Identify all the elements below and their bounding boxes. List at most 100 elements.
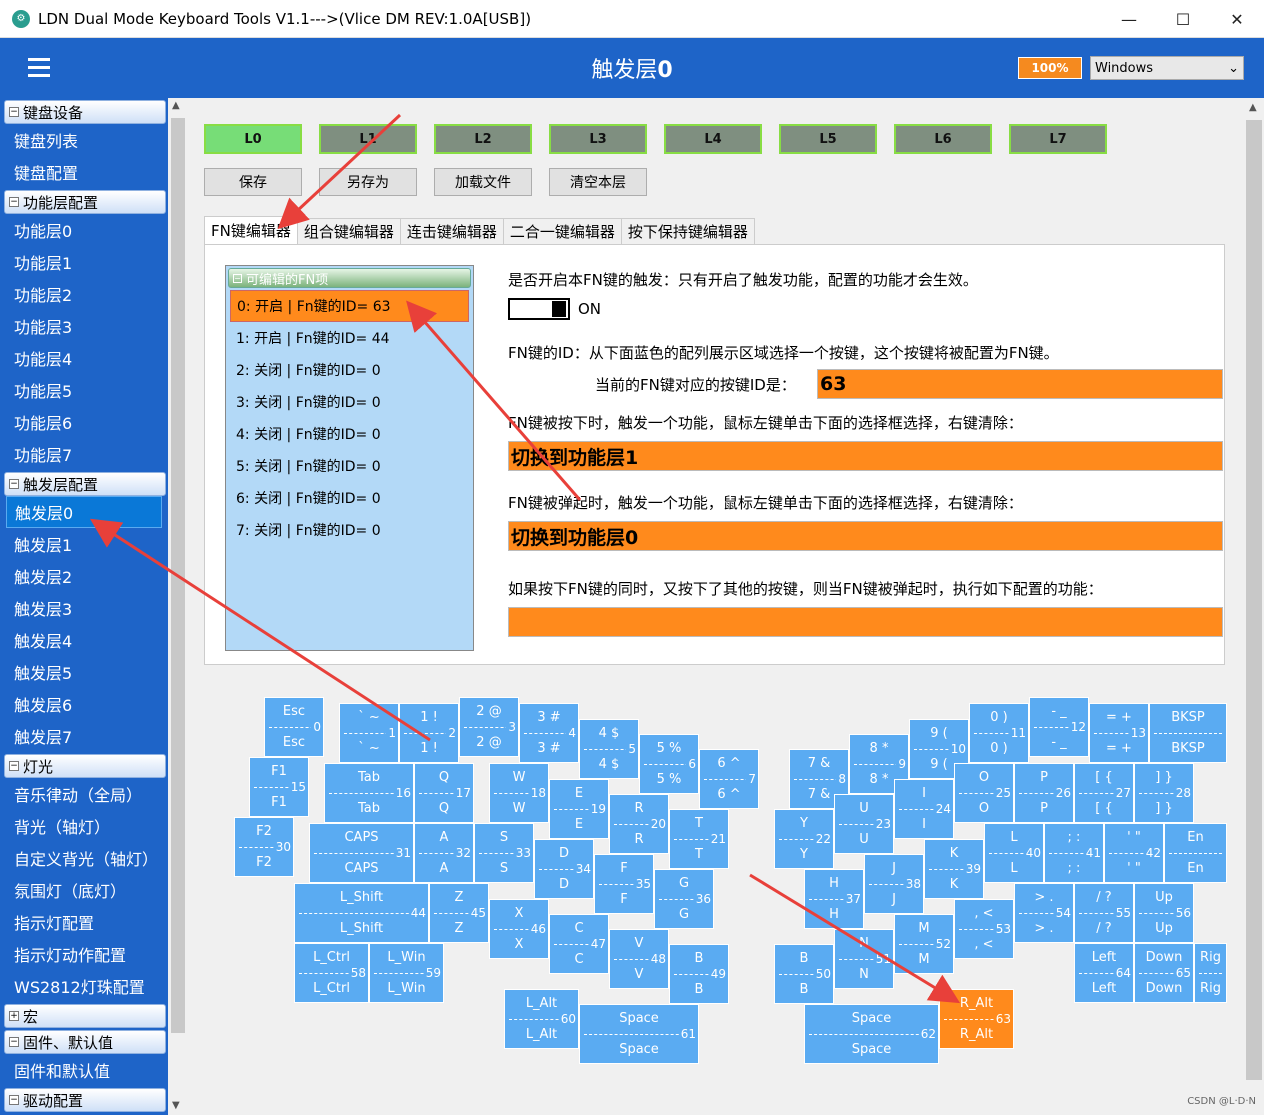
keyboard-key[interactable]: E 19 E	[549, 779, 609, 839]
keyboard-key[interactable]: 4 $ 5 4 $	[579, 719, 639, 779]
fn-list-item[interactable]: 4: 关闭 | Fn键的ID= 0	[226, 418, 473, 450]
release-action-select[interactable]: 切换到功能层0	[508, 521, 1223, 551]
keyboard-key[interactable]: R_Alt 63 R_Alt	[939, 989, 1014, 1049]
sidebar-item[interactable]: 功能层2	[0, 278, 168, 310]
sidebar-item[interactable]: 自定义背光（轴灯）	[0, 842, 168, 874]
sidebar-group[interactable]: + 宏	[4, 1004, 166, 1028]
keyboard-key[interactable]: En En	[1164, 823, 1227, 883]
sidebar-item[interactable]: 指示灯动作配置	[0, 938, 168, 970]
keyboard-key[interactable]: 2 @ 3 2 @	[459, 697, 519, 757]
sidebar-item[interactable]: 触发层5	[0, 656, 168, 688]
keyboard-key[interactable]: R 20 R	[609, 794, 669, 854]
sidebar-item[interactable]: 键盘列表	[0, 124, 168, 156]
keyboard-key[interactable]: Esc 0 Esc	[264, 697, 324, 757]
sidebar-item[interactable]: 触发层2	[0, 560, 168, 592]
keyboard-key[interactable]: 3 # 4 3 #	[519, 703, 579, 763]
fn-list-item[interactable]: 7: 关闭 | Fn键的ID= 0	[226, 514, 473, 546]
sidebar-item[interactable]: 触发层0	[6, 496, 162, 528]
save-button[interactable]: 保存	[204, 168, 302, 196]
sidebar-item[interactable]: 触发层7	[0, 720, 168, 752]
layer-button[interactable]: L2	[434, 124, 532, 154]
layer-button[interactable]: L4	[664, 124, 762, 154]
minimize-button[interactable]: —	[1102, 0, 1156, 38]
keyboard-key[interactable]: M 52 M	[894, 914, 954, 974]
keyboard-key[interactable]: L_Win 59 L_Win	[369, 943, 444, 1003]
sidebar-item[interactable]: 触发层4	[0, 624, 168, 656]
keyboard-key[interactable]: V 48 V	[609, 929, 669, 989]
keyboard-key[interactable]: 0 ) 11 0 )	[969, 703, 1029, 763]
fn-list-item[interactable]: 1: 开启 | Fn键的ID= 44	[226, 322, 473, 354]
keyboard-key[interactable]: X 46 X	[489, 899, 549, 959]
keyboard-key[interactable]: O 25 O	[954, 763, 1014, 823]
keyboard-key[interactable]: H 37 H	[804, 869, 864, 929]
keyboard-key[interactable]: = +13 = +	[1089, 703, 1149, 763]
sidebar-group[interactable]: − 驱动配置	[4, 1088, 166, 1112]
fn-list-item[interactable]: 5: 关闭 | Fn键的ID= 0	[226, 450, 473, 482]
combo-action-select[interactable]	[508, 607, 1223, 637]
sidebar-scroll-thumb[interactable]	[171, 118, 185, 1033]
keyboard-key[interactable]: BKSP BKSP	[1149, 703, 1227, 763]
keyboard-key[interactable]: K 39 K	[924, 839, 984, 899]
sidebar-item[interactable]: 触发层1	[0, 528, 168, 560]
save-as-button[interactable]: 另存为	[319, 168, 417, 196]
scroll-up-icon[interactable]: ▲	[1249, 102, 1257, 113]
scroll-down-icon[interactable]: ▼	[172, 1100, 180, 1111]
editor-tab[interactable]: FN键编辑器	[204, 216, 298, 244]
keyboard-key[interactable]: ; :41; :	[1044, 823, 1104, 883]
keyboard-key[interactable]: B 49 B	[669, 944, 729, 1004]
layer-button[interactable]: L1	[319, 124, 417, 154]
clear-layer-button[interactable]: 清空本层	[549, 168, 647, 196]
keyboard-key[interactable]: C 47 C	[549, 914, 609, 974]
editor-tab[interactable]: 按下保持键编辑器	[620, 218, 755, 244]
sidebar-item[interactable]: 功能层7	[0, 438, 168, 470]
keyboard-key[interactable]: 1 ! 2 1 !	[399, 703, 459, 763]
main-scrollbar[interactable]: ▲	[1244, 98, 1264, 1098]
keyboard-key[interactable]: Space 62 Space	[804, 1004, 939, 1064]
keyboard-key[interactable]: Down 65 Down	[1134, 943, 1194, 1003]
keyboard-key[interactable]: Space 61 Space	[579, 1004, 699, 1064]
sidebar-item[interactable]: 背光（轴灯）	[0, 810, 168, 842]
maximize-button[interactable]: ☐	[1156, 0, 1210, 38]
sidebar-item[interactable]: 指示灯配置	[0, 906, 168, 938]
layer-button[interactable]: L7	[1009, 124, 1107, 154]
keyboard-key[interactable]: Up 56 Up	[1134, 883, 1194, 943]
sidebar-group[interactable]: − 键盘设备	[4, 100, 166, 124]
current-id-field[interactable]: 63	[817, 369, 1223, 399]
keyboard-key[interactable]: ` ~ 1 ` ~	[339, 703, 399, 763]
fn-list-item[interactable]: 0: 开启 | Fn键的ID= 63	[230, 290, 469, 322]
layer-button[interactable]: L0	[204, 124, 302, 154]
layer-button[interactable]: L5	[779, 124, 877, 154]
editor-tab[interactable]: 连击键编辑器	[399, 218, 504, 244]
sidebar-item[interactable]: 音乐律动（全局）	[0, 778, 168, 810]
scroll-up-icon[interactable]: ▲	[172, 100, 180, 111]
keyboard-key[interactable]: Z 45 Z	[429, 883, 489, 943]
keyboard-key[interactable]: 6 ^ 7 6 ^	[699, 749, 759, 809]
keyboard-key[interactable]: B 50 B	[774, 944, 834, 1004]
layer-button[interactable]: L6	[894, 124, 992, 154]
keyboard-key[interactable]: ] } 28] }	[1134, 763, 1194, 823]
keyboard-key[interactable]: Tab 16 Tab	[324, 763, 414, 823]
sidebar-item[interactable]: WS2812灯珠配置	[0, 970, 168, 1002]
keyboard-key[interactable]: W 18 W	[489, 763, 549, 823]
keyboard-key[interactable]: L_Alt 60 L_Alt	[504, 989, 579, 1049]
keyboard-key[interactable]: S 33 S	[474, 823, 534, 883]
enable-toggle[interactable]	[508, 298, 570, 320]
keyboard-key[interactable]: P 26 P	[1014, 763, 1074, 823]
fn-list-header[interactable]: − 可编辑的FN项	[228, 268, 471, 288]
keyboard-key[interactable]: J 38 J	[864, 854, 924, 914]
sidebar-group[interactable]: − 固件、默认值	[4, 1030, 166, 1054]
sidebar-item[interactable]: 功能层0	[0, 214, 168, 246]
keyboard-key[interactable]: L_Ctrl 58 L_Ctrl	[294, 943, 369, 1003]
close-button[interactable]: ✕	[1210, 0, 1264, 38]
fn-list-item[interactable]: 3: 关闭 | Fn键的ID= 0	[226, 386, 473, 418]
keyboard-key[interactable]: N 51 N	[834, 929, 894, 989]
zoom-badge[interactable]: 100%	[1018, 57, 1082, 79]
keyboard-key[interactable]: F1 15 F1	[249, 757, 309, 817]
keyboard-key[interactable]: T 21 T	[669, 809, 729, 869]
keyboard-key[interactable]: Q 17 Q	[414, 763, 474, 823]
editor-tab[interactable]: 二合一键编辑器	[502, 218, 622, 244]
editor-tab[interactable]: 组合键编辑器	[296, 218, 401, 244]
keyboard-key[interactable]: [ {27[ {	[1074, 763, 1134, 823]
sidebar-item[interactable]: 键盘配置	[0, 156, 168, 188]
keyboard-key[interactable]: > . 54 > .	[1014, 883, 1074, 943]
